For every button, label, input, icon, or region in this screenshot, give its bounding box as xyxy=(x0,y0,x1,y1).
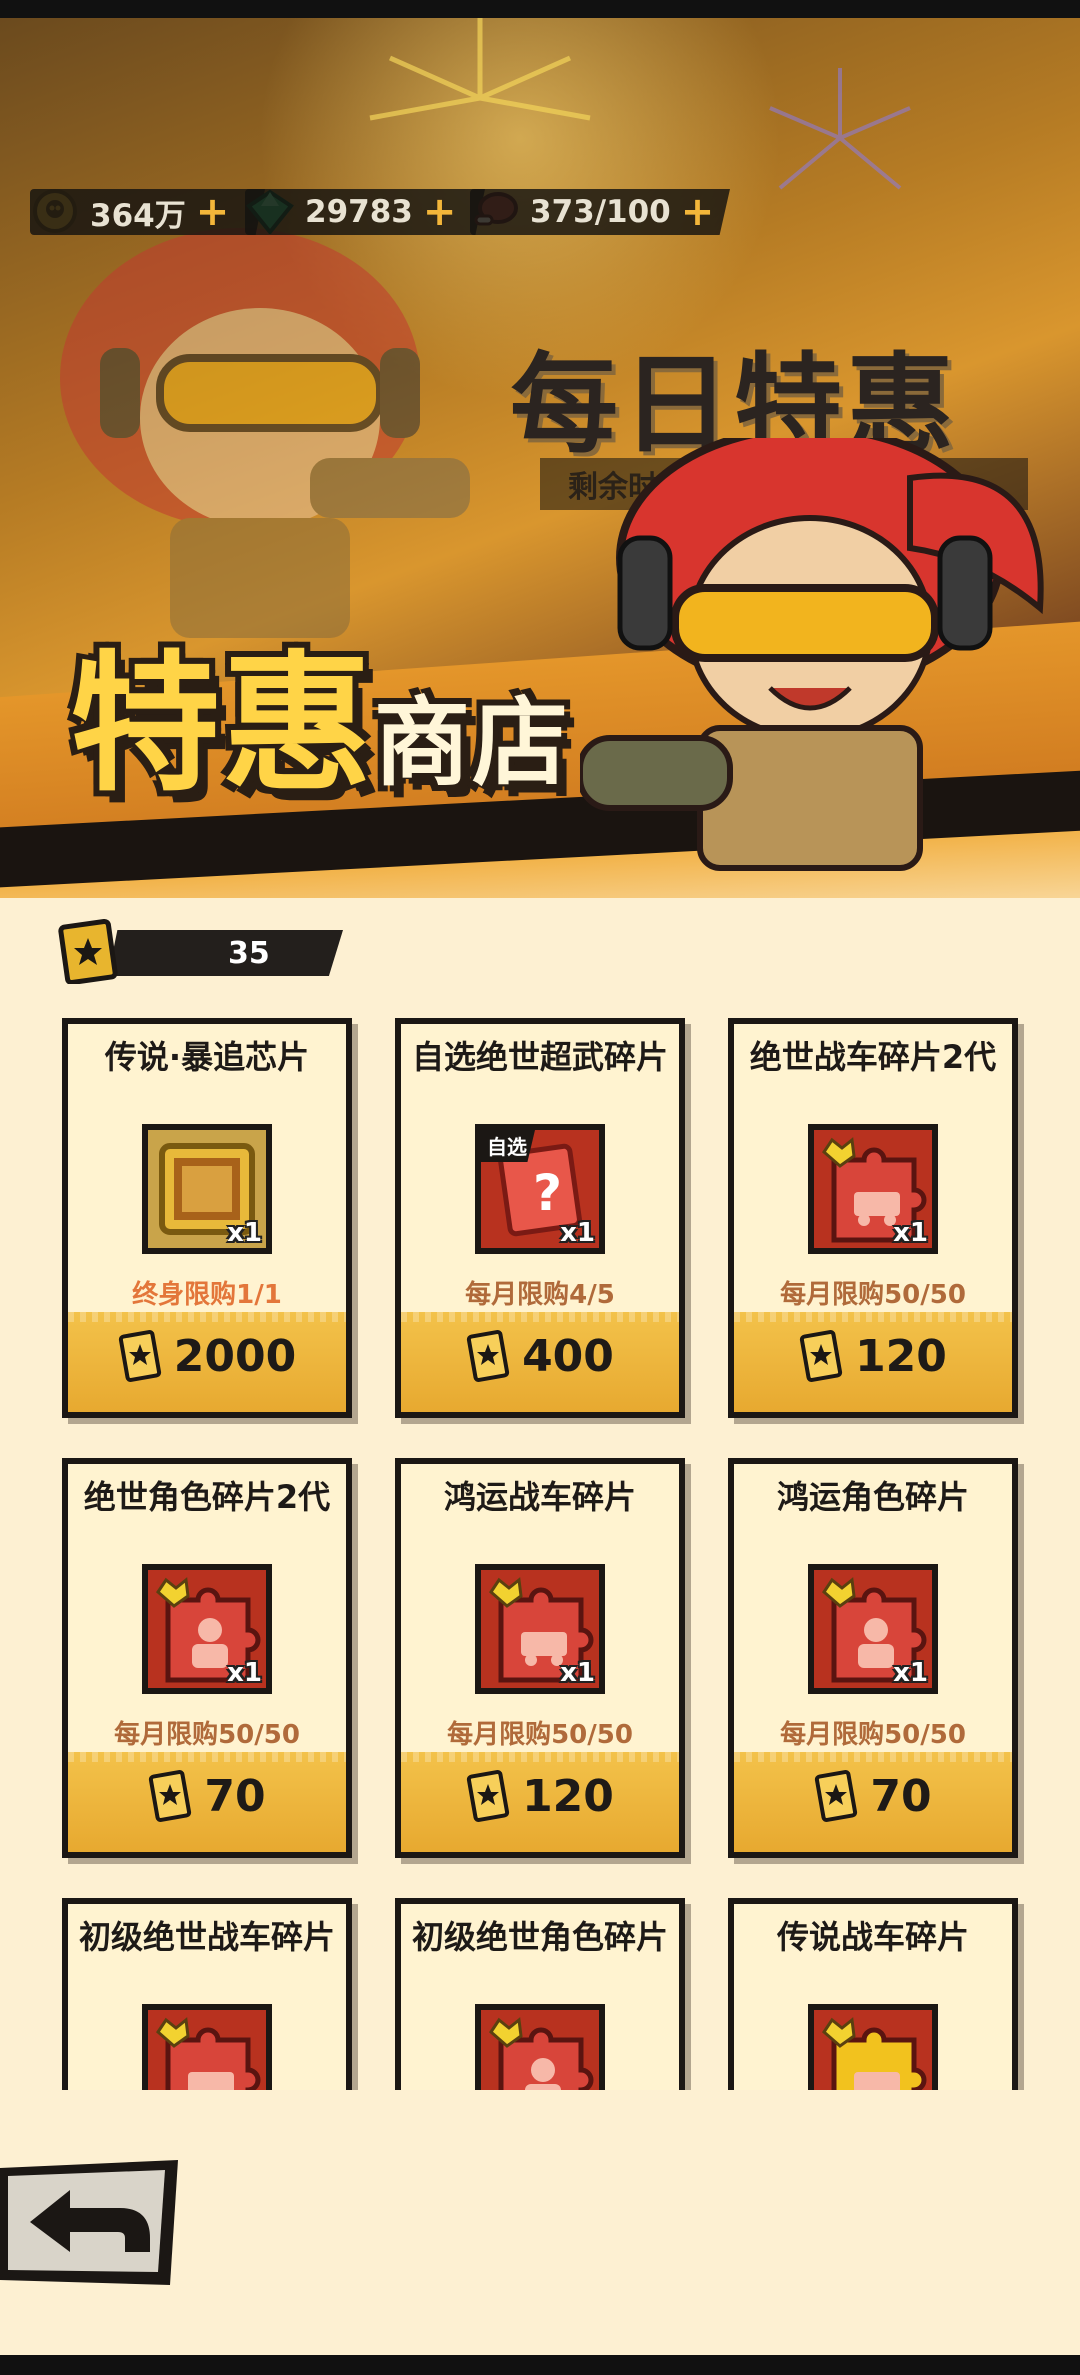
item-price: 400 xyxy=(522,1330,614,1382)
status-bar xyxy=(0,0,1080,18)
star-ticket-icon xyxy=(149,1770,192,1822)
firework-decoration xyxy=(369,18,591,121)
item-quantity: x1 xyxy=(560,1658,595,1688)
star-ticket-icon xyxy=(466,1770,510,1822)
star-ticket-icon xyxy=(815,1770,858,1822)
buy-button[interactable]: 120 xyxy=(401,1752,679,1852)
item-image: x1 xyxy=(142,1564,272,1694)
character-illustration xyxy=(580,438,1044,871)
item-name: 绝世角色碎片2代 xyxy=(83,1478,331,1516)
item-image: x1 xyxy=(808,1564,938,1694)
character-illustration-background xyxy=(60,228,470,638)
item-image: x1 xyxy=(475,1564,605,1694)
item-name: 传说战车碎片 xyxy=(776,1918,969,1956)
vehicle-shard-icon xyxy=(814,2010,932,2090)
item-name: 鸿运战车碎片 xyxy=(443,1478,636,1516)
star-ticket-icon xyxy=(118,1330,161,1382)
shop-item-card[interactable]: 初级绝世角色碎片 xyxy=(395,1898,685,2090)
shop-item-card[interactable]: 初级绝世战车碎片 xyxy=(62,1898,352,2090)
ticket-balance: 35 xyxy=(58,918,343,984)
shop-item-card[interactable]: 传说·暴追芯片 x1 终身限购1/1 2000 xyxy=(62,1018,352,1418)
hero-banner: 364万 + 29783 + 373/100 + 每日特惠 剩余时间:09时51… xyxy=(0,18,1080,898)
buy-button[interactable]: 2000 xyxy=(68,1312,346,1412)
buy-button[interactable]: 70 xyxy=(734,1752,1012,1852)
item-name: 鸿运角色碎片 xyxy=(776,1478,969,1516)
item-image xyxy=(808,2004,938,2090)
item-name: 初级绝世战车碎片 xyxy=(78,1918,335,1956)
navigation-bar xyxy=(0,2355,1080,2375)
resource-coins: 364万 + xyxy=(30,186,265,238)
buy-button[interactable]: 400 xyxy=(401,1312,679,1412)
item-price: 120 xyxy=(855,1330,947,1382)
svg-text:?: ? xyxy=(533,1164,562,1222)
shop-item-card[interactable]: 传说战车碎片 xyxy=(728,1898,1018,2090)
shop-item-card[interactable]: 鸿运角色碎片 x1 每月限购50/50 70 xyxy=(728,1458,1018,1858)
item-quantity: x1 xyxy=(893,1218,928,1248)
purchase-limit: 每月限购50/50 xyxy=(780,1720,966,1750)
item-quantity: x1 xyxy=(893,1658,928,1688)
item-name: 传说·暴追芯片 xyxy=(104,1038,310,1076)
shop-item-grid: 传说·暴追芯片 x1 终身限购1/1 2000 自选绝世超武碎片? 自选 x1 每月限购4/5… xyxy=(0,1018,1080,2090)
item-image xyxy=(142,2004,272,2090)
item-price: 70 xyxy=(870,1770,932,1822)
item-price: 70 xyxy=(204,1770,266,1822)
item-price: 2000 xyxy=(173,1330,297,1382)
resource-gems: 29783 + xyxy=(245,186,485,238)
character-shard-icon xyxy=(481,2010,599,2090)
purchase-limit: 每月限购50/50 xyxy=(447,1720,633,1750)
item-quantity: x1 xyxy=(227,1218,262,1248)
ticket-count: 35 xyxy=(228,935,270,971)
stamina-value: 373/100 xyxy=(530,194,671,230)
selectable-tag: 自选 xyxy=(481,1130,535,1162)
item-price: 120 xyxy=(522,1770,614,1822)
add-gems-button[interactable]: + xyxy=(423,192,457,232)
add-stamina-button[interactable]: + xyxy=(681,192,715,232)
item-image: x1 xyxy=(142,1124,272,1254)
firework-decoration xyxy=(769,68,911,190)
item-image: x1 xyxy=(808,1124,938,1254)
star-ticket-icon xyxy=(466,1330,510,1382)
purchase-limit: 每月限购50/50 xyxy=(780,1280,966,1310)
back-button[interactable] xyxy=(0,2160,180,2285)
item-image: ? 自选 x1 xyxy=(475,1124,605,1254)
item-quantity: x1 xyxy=(560,1218,595,1248)
purchase-limit: 终身限购1/1 xyxy=(132,1280,282,1310)
vehicle-shard-icon xyxy=(148,2010,266,2090)
item-image xyxy=(475,2004,605,2090)
resource-stamina: 373/100 + xyxy=(470,186,730,238)
item-name: 自选绝世超武碎片 xyxy=(411,1038,668,1076)
shop-item-card[interactable]: 鸿运战车碎片 x1 每月限购50/50 120 xyxy=(395,1458,685,1858)
shop-item-card[interactable]: 自选绝世超武碎片? 自选 x1 每月限购4/5 400 xyxy=(395,1018,685,1418)
special-shop-title: 特惠商店 xyxy=(70,638,571,812)
star-ticket-icon xyxy=(799,1330,843,1382)
item-name: 绝世战车碎片2代 xyxy=(749,1038,997,1076)
shop-item-card[interactable]: 绝世战车碎片2代 x1 每月限购50/50 120 xyxy=(728,1018,1018,1418)
buy-button[interactable]: 70 xyxy=(68,1752,346,1852)
gems-value: 29783 xyxy=(305,194,413,230)
purchase-limit: 每月限购4/5 xyxy=(465,1280,615,1310)
shop-item-card[interactable]: 绝世角色碎片2代 x1 每月限购50/50 70 xyxy=(62,1458,352,1858)
item-quantity: x1 xyxy=(227,1658,262,1688)
add-coins-button[interactable]: + xyxy=(196,192,230,232)
purchase-limit: 每月限购50/50 xyxy=(114,1720,300,1750)
buy-button[interactable]: 120 xyxy=(734,1312,1012,1412)
coins-value: 364万 xyxy=(90,197,186,234)
star-ticket-icon xyxy=(58,918,118,984)
item-name: 初级绝世角色碎片 xyxy=(411,1918,668,1956)
